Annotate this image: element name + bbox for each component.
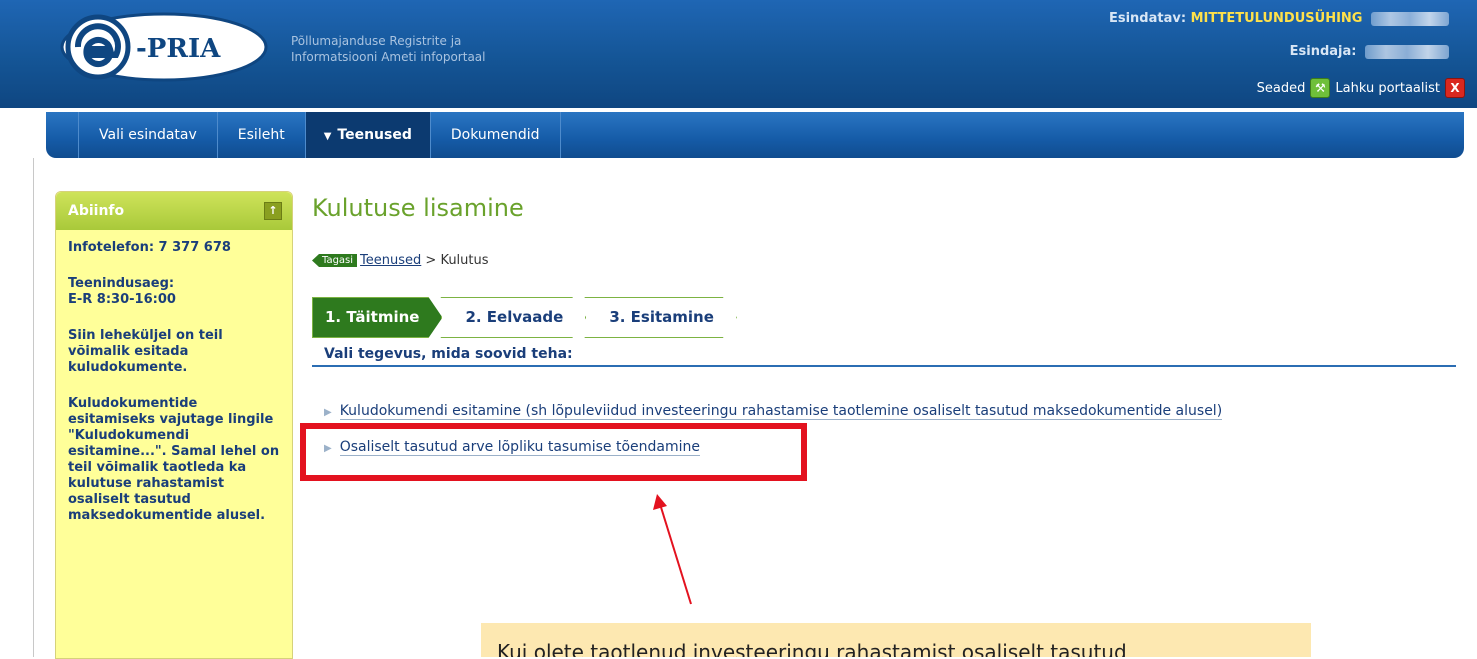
annotation-arrow (653, 494, 692, 605)
annotation-callout: Kui olete taotlenud investeeringu rahast… (481, 623, 1311, 657)
annotation-text: Kui olete taotlenud investeeringu rahast… (497, 640, 1127, 657)
